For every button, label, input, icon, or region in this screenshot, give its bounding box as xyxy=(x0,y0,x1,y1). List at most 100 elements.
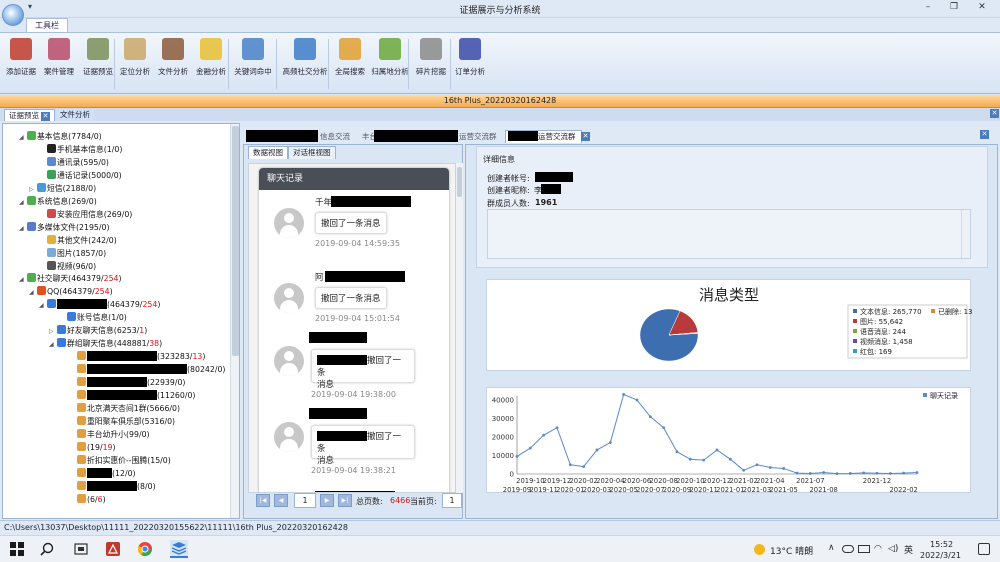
first-page-button[interactable]: |◀ xyxy=(256,494,270,507)
tree-item[interactable]: 视频(96/0) xyxy=(39,260,96,273)
ribbon-button[interactable]: 文件分析 xyxy=(156,36,190,92)
tree-item[interactable]: 账号信息(1/0) xyxy=(59,311,127,324)
tree-item[interactable]: ◢ 基本信息(7784/0) xyxy=(19,130,102,143)
last-page-button[interactable]: ▶| xyxy=(338,494,352,507)
ribbon-button[interactable]: 金融分析 xyxy=(194,36,228,92)
tree-item[interactable]: ◢ 多媒体文件(2195/0) xyxy=(19,221,110,234)
pdf-app-icon[interactable] xyxy=(106,542,120,556)
ribbon-button[interactable]: 证据预览 xyxy=(80,36,116,92)
tree-expander-icon[interactable]: ◢ xyxy=(19,131,27,144)
status-bar: C:\Users\13037\Desktop\11111_20220320155… xyxy=(0,520,1000,535)
evidence-app-icon[interactable] xyxy=(170,540,188,558)
tree-item[interactable]: 折扣实惠价--围腾(15/0) xyxy=(69,454,171,467)
tab-operations-group[interactable]: 运营交流群 xyxy=(459,131,497,142)
ribbon-button[interactable]: 订单分析 xyxy=(452,36,488,92)
textarea-scrollbar[interactable] xyxy=(961,210,970,258)
minimize-button[interactable]: – xyxy=(918,2,938,16)
app-menu-orb-icon[interactable] xyxy=(2,4,24,26)
chat-scrollbar[interactable] xyxy=(456,163,463,493)
tree-item[interactable]: 其他文件(242/0) xyxy=(39,234,117,247)
tray-chevron-icon[interactable]: ∧ xyxy=(828,543,835,553)
tree-item[interactable]: ◢ 系统信息(269/0) xyxy=(19,195,97,208)
tree-item[interactable]: ◢ 社交聊天(464379/254) xyxy=(19,272,122,285)
tree-item[interactable]: 通讯录(595/0) xyxy=(39,156,109,169)
redacted-block xyxy=(87,390,157,400)
tree-item[interactable]: ▷ 好友聊天信息(6253/1) xyxy=(49,324,147,337)
close-button[interactable]: ✕ xyxy=(972,2,992,16)
tab-toolbar[interactable]: 工具栏 xyxy=(26,18,68,32)
tab-operations-group-active[interactable]: 运营交流群 xyxy=(505,130,582,143)
tree-scrollbar[interactable] xyxy=(230,124,239,518)
tree-expander-icon[interactable]: ◢ xyxy=(19,273,27,286)
tree-expander-icon[interactable]: ◢ xyxy=(39,299,47,312)
maximize-button[interactable]: ❐ xyxy=(944,2,964,16)
battery-icon[interactable] xyxy=(858,545,870,553)
data-point xyxy=(782,467,786,470)
close-tab-icon[interactable]: ✕ xyxy=(581,132,590,141)
search-icon[interactable] xyxy=(40,542,54,556)
tree-expander-icon[interactable]: ◢ xyxy=(19,222,27,235)
weather-text[interactable]: 13°C 晴朗 xyxy=(770,544,813,557)
chrome-icon[interactable] xyxy=(137,542,152,556)
next-page-button[interactable]: ▶ xyxy=(320,494,334,507)
tree-expander-icon[interactable]: ◢ xyxy=(49,338,57,351)
tree-item[interactable]: 北京满天杏间1群(5666/0) xyxy=(69,402,180,415)
clock-time[interactable]: 15:52 xyxy=(930,540,953,549)
ribbon-button[interactable]: 案件管理 xyxy=(42,36,76,92)
close-detail-icon[interactable]: ✕ xyxy=(980,130,989,139)
ribbon-button[interactable]: 碎片挖掘 xyxy=(412,36,450,92)
ime-indicator[interactable]: 英 xyxy=(904,543,913,556)
tree-item[interactable]: (22939/0) xyxy=(69,376,185,389)
windows-start-icon[interactable] xyxy=(10,542,24,556)
tree-item[interactable]: (80242/0) xyxy=(69,363,225,376)
tree-item[interactable]: ◢ QQ(464379/254) xyxy=(29,285,113,298)
tab-evidence-preview[interactable]: 证据预览 ✕ xyxy=(4,109,55,121)
tree-expander-icon[interactable]: ◢ xyxy=(29,286,37,299)
tree-item[interactable]: 丰台幼升小(99/0) xyxy=(69,428,150,441)
description-textarea[interactable] xyxy=(487,209,971,259)
volume-icon[interactable]: ◁) xyxy=(888,544,898,554)
cloud-icon[interactable] xyxy=(842,545,854,553)
tree-expander-icon[interactable]: ◢ xyxy=(19,196,27,209)
tree-item[interactable]: 通话记录(5000/0) xyxy=(39,169,122,182)
clock-date[interactable]: 2022/3/21 xyxy=(920,551,961,560)
weather-sun-icon[interactable] xyxy=(754,544,765,555)
tab-dialog-view[interactable]: 对话框视图 xyxy=(288,146,336,159)
tree-item-label: 群组聊天信息(448881/ xyxy=(67,339,150,349)
scroll-thumb[interactable] xyxy=(457,167,462,197)
tree-item[interactable]: ◢ (464379/254) xyxy=(39,298,160,311)
close-tab-icon[interactable]: ✕ xyxy=(41,111,50,121)
ribbon-button[interactable]: 定位分析 xyxy=(118,36,152,92)
tree-item[interactable]: ▷ 短信(2188/0) xyxy=(29,182,96,195)
task-view-icon[interactable] xyxy=(74,542,88,556)
page-input[interactable]: 1 xyxy=(294,493,316,508)
ribbon-button[interactable]: 归属地分析 xyxy=(370,36,410,92)
tree-item[interactable]: 安装应用信息(269/0) xyxy=(39,208,132,221)
tree-item[interactable]: (6/6) xyxy=(69,493,106,506)
tree-item[interactable]: 图片(1857/0) xyxy=(39,247,106,260)
tree-item[interactable]: ◢ 群组聊天信息(448881/38) xyxy=(49,337,162,350)
tree-item[interactable]: 重阳聚车俱乐部(5316/0) xyxy=(69,415,175,428)
network-icon[interactable]: ◠ xyxy=(874,544,882,554)
close-panel-icon[interactable]: ✕ xyxy=(990,109,999,118)
quick-access-dropdown-icon[interactable]: ▾ xyxy=(28,2,32,11)
ribbon-button[interactable]: 关键词命中 xyxy=(232,36,274,92)
tree-item[interactable]: (19/19) xyxy=(69,441,116,454)
tree-item[interactable]: (12/0) xyxy=(69,467,136,480)
scroll-thumb[interactable] xyxy=(232,126,239,356)
tree-item[interactable]: 手机基本信息(1/0) xyxy=(39,143,122,156)
tree-item[interactable]: (11260/0) xyxy=(69,389,195,402)
x-tick-label: 2020-12 xyxy=(703,477,731,485)
tree-item[interactable]: (323283/13) xyxy=(69,350,205,363)
tab-data-view[interactable]: 数据视图 xyxy=(248,146,288,159)
ribbon-button[interactable]: 高频社交分析 xyxy=(280,36,330,92)
ribbon-button[interactable]: 全局搜索 xyxy=(332,36,368,92)
tab-info-exchange[interactable]: 信息交流 xyxy=(320,131,350,142)
tab-file-analysis[interactable]: 文件分析 xyxy=(56,109,94,121)
prev-page-button[interactable]: ◀ xyxy=(274,494,288,507)
ribbon-button[interactable]: 添加证据 xyxy=(4,36,38,92)
current-page-input[interactable]: 1 xyxy=(442,493,462,508)
notification-icon[interactable] xyxy=(978,543,990,555)
x-tick-label: 2020-10 xyxy=(676,477,704,485)
tree-item[interactable]: (8/0) xyxy=(69,480,156,493)
